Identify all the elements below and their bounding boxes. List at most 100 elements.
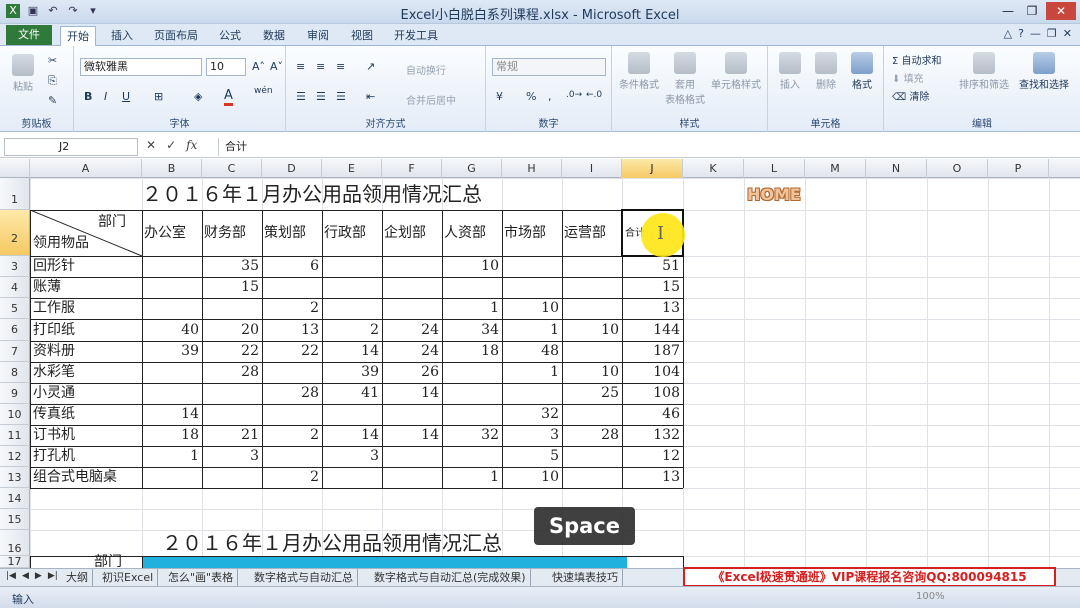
column-header-l[interactable]: L (744, 159, 805, 178)
first-sheet-icon[interactable]: |◀ (6, 571, 16, 581)
decrease-decimal-icon[interactable]: ←.0 (586, 90, 602, 100)
column-header-e[interactable]: E (322, 159, 382, 178)
font-name-field[interactable]: 微软雅黑 (80, 58, 202, 76)
tab-insert[interactable]: 插入 (104, 26, 140, 46)
align-top-icon[interactable]: ≡ (296, 60, 305, 73)
sheet-tab[interactable]: 数字格式与自动汇总 (250, 569, 358, 586)
row-header-17[interactable]: 17 (0, 556, 30, 568)
sheet-tab[interactable]: 快速填表技巧 (548, 569, 623, 586)
row-header-2[interactable]: 2 (0, 210, 30, 256)
row-header-9[interactable]: 9 (0, 383, 30, 404)
paste-button[interactable]: 粘贴 (6, 54, 40, 93)
fill-color-icon[interactable]: ◈ (194, 90, 202, 103)
doc-close-icon[interactable]: ✕ (1063, 27, 1072, 40)
last-sheet-icon[interactable]: ▶| (48, 571, 58, 581)
row-header-14[interactable]: 14 (0, 488, 30, 509)
minimize-icon[interactable]: — (998, 2, 1018, 20)
bold-button[interactable]: B (84, 90, 92, 103)
column-header-k[interactable]: K (683, 159, 744, 178)
border-icon[interactable]: ⊞ (154, 90, 163, 103)
sheet-tab[interactable]: 大纲 (62, 569, 93, 586)
align-left-icon[interactable]: ☰ (296, 90, 306, 103)
row-header-15[interactable]: 15 (0, 509, 30, 530)
formula-input[interactable]: 合计 (218, 138, 1074, 156)
align-center-icon[interactable]: ☰ (316, 90, 326, 103)
tab-view[interactable]: 视图 (344, 26, 380, 46)
align-bottom-icon[interactable]: ≡ (336, 60, 345, 73)
zoom-level[interactable]: 100% (916, 591, 945, 602)
column-header-m[interactable]: M (805, 159, 866, 178)
comma-button[interactable]: , (548, 90, 552, 103)
row-header-7[interactable]: 7 (0, 341, 30, 362)
format-cells-button[interactable]: 格式 (844, 52, 880, 91)
help-icon[interactable]: ? (1018, 27, 1024, 40)
row-header-6[interactable]: 6 (0, 319, 30, 341)
cell-styles-button[interactable]: 单元格样式 (708, 52, 764, 91)
tab-review[interactable]: 审阅 (300, 26, 336, 46)
column-header-n[interactable]: N (866, 159, 927, 178)
row-header-8[interactable]: 8 (0, 362, 30, 383)
currency-icon[interactable]: ¥ (496, 90, 503, 103)
format-as-table-button[interactable]: 套用 表格格式 (662, 52, 708, 106)
close-icon[interactable]: ✕ (1046, 2, 1076, 20)
column-header-f[interactable]: F (382, 159, 442, 178)
doc-restore-icon[interactable]: ❐ (1047, 27, 1057, 40)
format-painter-icon[interactable]: ✎ (48, 94, 57, 107)
confirm-entry-icon[interactable]: ✓ (166, 138, 176, 152)
column-header-d[interactable]: D (262, 159, 322, 178)
insert-function-icon[interactable]: fx (186, 138, 197, 152)
row-header-10[interactable]: 10 (0, 404, 30, 425)
tab-developer[interactable]: 开发工具 (388, 26, 444, 46)
clear-button[interactable]: ⌫ 清除 (892, 88, 929, 103)
tab-file[interactable]: 文件 (6, 25, 52, 45)
conditional-format-button[interactable]: 条件格式 (616, 52, 662, 91)
insert-cells-button[interactable]: 插入 (772, 52, 808, 91)
row-header-16[interactable]: 16 (0, 530, 30, 556)
column-header-g[interactable]: G (442, 159, 502, 178)
grow-font-icon[interactable]: A˄ (252, 60, 265, 73)
restore-icon[interactable]: ❐ (1022, 2, 1042, 20)
cut-icon[interactable]: ✂ (48, 54, 57, 67)
next-sheet-icon[interactable]: ▶ (35, 571, 42, 581)
column-header-p[interactable]: P (988, 159, 1049, 178)
find-select-button[interactable]: 查找和选择 (1014, 52, 1074, 91)
number-format-field[interactable]: 常规 (492, 58, 606, 76)
row-header-13[interactable]: 13 (0, 467, 30, 488)
column-header-a[interactable]: A (30, 159, 142, 178)
sort-filter-button[interactable]: 排序和筛选 (956, 52, 1012, 91)
wrap-text-button[interactable]: 自动换行 (406, 62, 446, 77)
indent-icon[interactable]: ⇤ (366, 90, 375, 103)
font-color-button[interactable]: A (224, 88, 233, 106)
tab-home[interactable]: 开始 (60, 26, 96, 46)
sheet-tab[interactable]: 数字格式与自动汇总(完成效果) (370, 569, 531, 586)
fill-button[interactable]: ⬇ 填充 (892, 70, 924, 85)
name-box[interactable]: J2 (4, 138, 138, 156)
row-header-1[interactable]: 1 (0, 178, 30, 210)
sheet-tab[interactable]: 初识Excel (98, 569, 159, 586)
column-header-j[interactable]: J (622, 159, 683, 178)
column-header-h[interactable]: H (502, 159, 562, 178)
prev-sheet-icon[interactable]: ◀ (22, 571, 29, 581)
underline-button[interactable]: U (122, 90, 130, 103)
row-header-3[interactable]: 3 (0, 256, 30, 277)
italic-button[interactable]: I (104, 90, 107, 103)
doc-minimize-icon[interactable]: — (1030, 27, 1041, 40)
align-right-icon[interactable]: ☰ (336, 90, 346, 103)
tab-data[interactable]: 数据 (256, 26, 292, 46)
ribbon-minimize-icon[interactable]: △ (1004, 27, 1012, 40)
increase-decimal-icon[interactable]: .0→ (566, 90, 582, 100)
font-size-field[interactable]: 10 (206, 58, 246, 76)
row-header-12[interactable]: 12 (0, 446, 30, 467)
tab-page-layout[interactable]: 页面布局 (148, 26, 204, 46)
column-header-b[interactable]: B (142, 159, 202, 178)
align-middle-icon[interactable]: ≡ (316, 60, 325, 73)
merge-center-button[interactable]: 合并后居中 (406, 92, 456, 107)
orientation-icon[interactable]: ↗ (366, 60, 375, 73)
percent-button[interactable]: % (526, 90, 536, 103)
copy-icon[interactable]: ⎘ (48, 74, 57, 88)
shrink-font-icon[interactable]: A˅ (270, 60, 283, 73)
cancel-entry-icon[interactable]: ✕ (146, 138, 156, 152)
delete-cells-button[interactable]: 删除 (808, 52, 844, 91)
pinyin-button[interactable]: wén (254, 86, 273, 96)
select-all-corner[interactable] (0, 159, 30, 178)
